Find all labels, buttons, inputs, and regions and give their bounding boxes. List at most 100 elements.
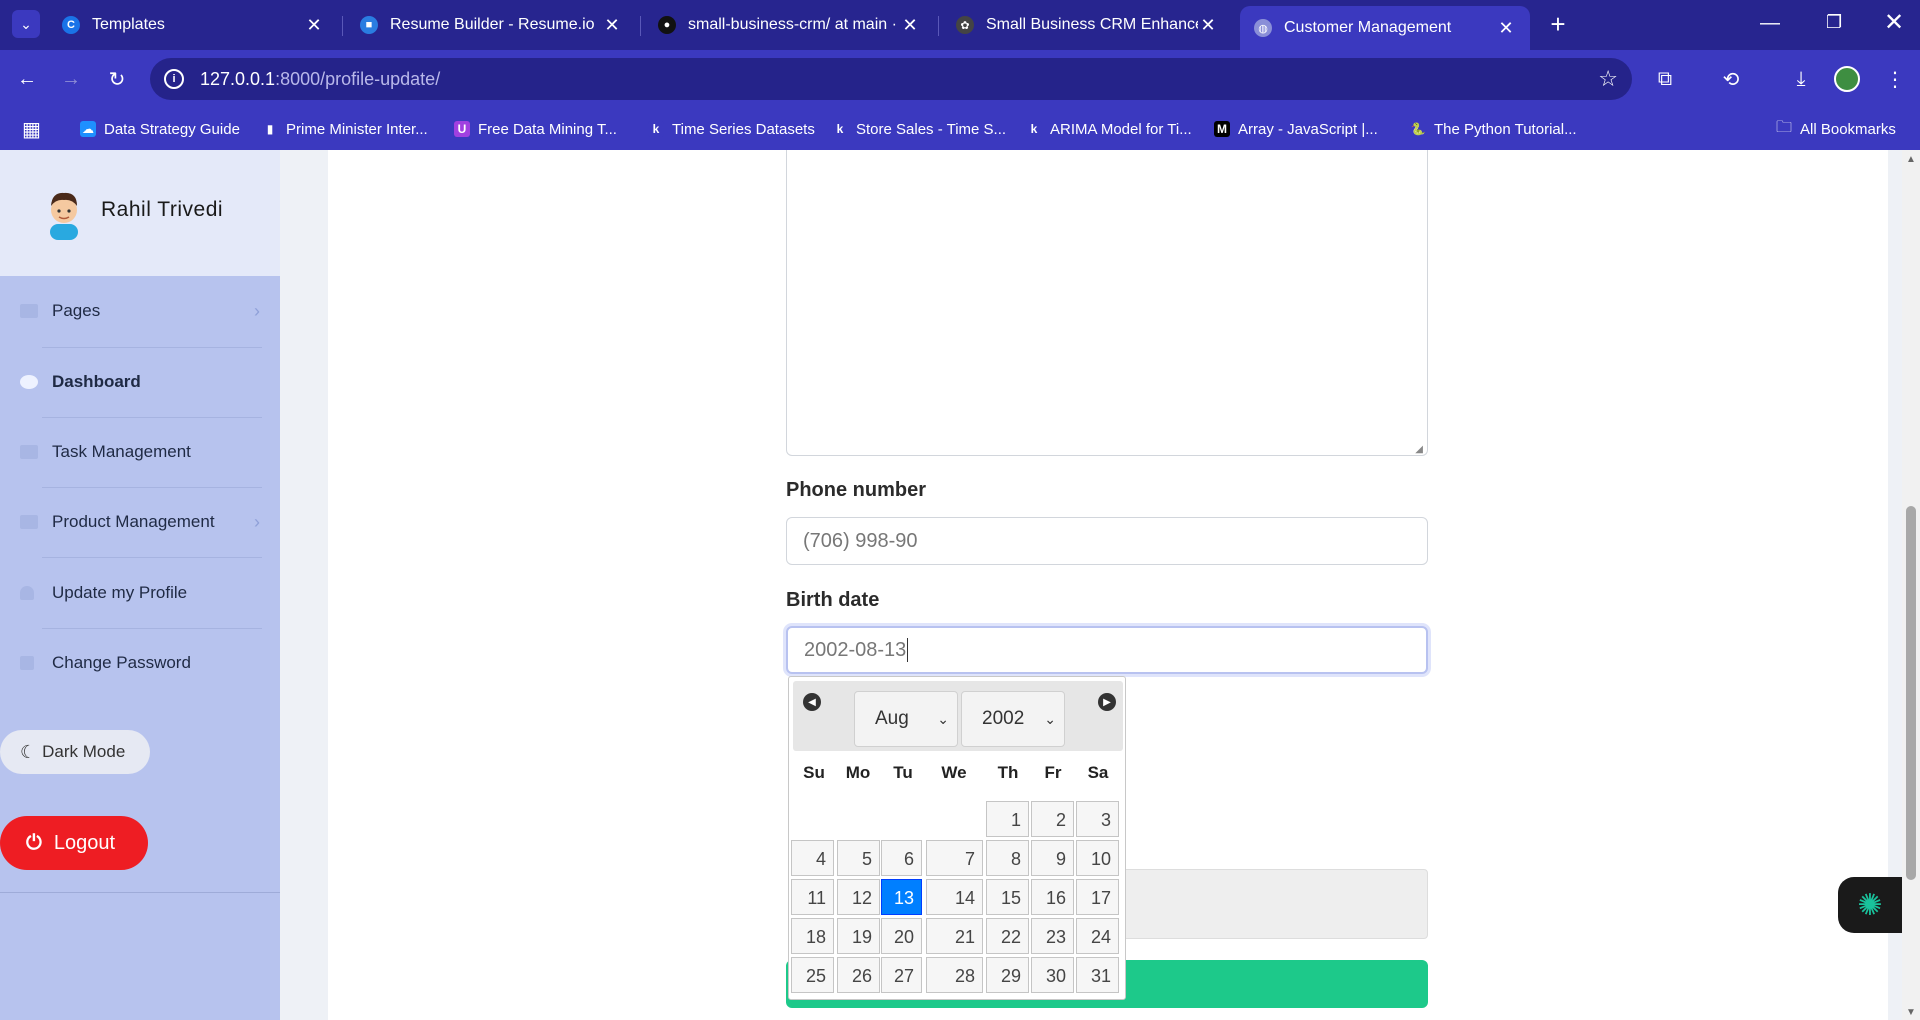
bookmark-item[interactable]: U Free Data Mining T...: [454, 116, 617, 142]
address-bar[interactable]: i 127.0.0.1:8000/profile-update/ ☆: [150, 58, 1632, 100]
sidebar-item-dashboard[interactable]: Dashboard: [20, 362, 260, 402]
bookmark-item[interactable]: 🐍 The Python Tutorial...: [1410, 116, 1577, 142]
tab-close-icon[interactable]: ✕: [1496, 18, 1516, 39]
phone-input[interactable]: (706) 998-90: [786, 517, 1428, 565]
calendar-day[interactable]: 1: [986, 801, 1029, 837]
hidden-field[interactable]: [1100, 869, 1428, 939]
tab-close-icon[interactable]: ✕: [602, 15, 622, 36]
tab-close-icon[interactable]: ✕: [304, 15, 324, 36]
browser-tab[interactable]: ✿ Small Business CRM Enhanceme✕: [942, 8, 1232, 42]
site-info-icon[interactable]: i: [164, 69, 184, 89]
user-avatar: [44, 188, 84, 240]
bookmark-item[interactable]: M Array - JavaScript |...: [1214, 116, 1378, 142]
calendar-day[interactable]: 5: [837, 840, 880, 876]
calendar-day[interactable]: 19: [837, 918, 880, 954]
sidebar-item-product-management[interactable]: Product Management ›: [20, 502, 260, 542]
bookmark-item[interactable]: k Time Series Datasets: [648, 116, 815, 142]
calendar-day[interactable]: 23: [1031, 918, 1074, 954]
calendar-day[interactable]: 11: [791, 879, 834, 915]
dashboard-icon: [20, 375, 38, 389]
bookmark-item[interactable]: ▮ Prime Minister Inter...: [262, 116, 428, 142]
sidebar-item-pages[interactable]: Pages ›: [20, 291, 260, 331]
tab-close-icon[interactable]: ✕: [900, 15, 920, 36]
new-tab-button[interactable]: +: [1544, 9, 1572, 39]
all-bookmarks-button[interactable]: 🗀 All Bookmarks: [1776, 116, 1896, 142]
birth-date-input[interactable]: 2002-08-13: [786, 626, 1428, 674]
calendar-day[interactable]: 22: [986, 918, 1029, 954]
browser-tab[interactable]: ◍ Customer Management ✕: [1240, 6, 1530, 50]
calendar-day[interactable]: 15: [986, 879, 1029, 915]
resize-handle-icon[interactable]: ◢: [1415, 444, 1423, 455]
bookmark-item[interactable]: k ARIMA Model for Ti...: [1026, 116, 1192, 142]
bookmark-favicon-icon: ☁: [80, 121, 96, 137]
bookmark-favicon-icon: k: [832, 121, 848, 137]
tab-favicon-icon: ✿: [956, 16, 974, 34]
scrollbar-thumb[interactable]: [1906, 506, 1916, 880]
calendar-day[interactable]: 4: [791, 840, 834, 876]
calendar-day[interactable]: 18: [791, 918, 834, 954]
calendar-day[interactable]: 6: [881, 840, 922, 876]
sidebar-profile: Rahil Trivedi: [0, 150, 280, 276]
all-bookmarks-label: All Bookmarks: [1800, 120, 1896, 138]
calendar-day[interactable]: 29: [986, 957, 1029, 993]
calendar-day[interactable]: 26: [837, 957, 880, 993]
menu-button[interactable]: ⋮: [1880, 64, 1910, 94]
calendar-day-selected[interactable]: 13: [881, 879, 922, 915]
page-scrollbar[interactable]: ▲ ▼: [1902, 150, 1920, 1020]
back-button[interactable]: ←: [12, 64, 42, 94]
sidebar-item-task-management[interactable]: Task Management: [20, 432, 260, 472]
sidebar-item-label: Update my Profile: [52, 583, 188, 602]
apps-button[interactable]: ▦: [22, 117, 41, 142]
sidebar-item-update-profile[interactable]: Update my Profile: [20, 573, 260, 613]
bio-textarea[interactable]: ◢: [786, 150, 1428, 456]
reload-button[interactable]: ↻: [102, 64, 132, 94]
history-button[interactable]: ⟲: [1716, 64, 1746, 94]
close-window-button[interactable]: ✕: [1884, 8, 1904, 37]
downloads-button[interactable]: ⤓: [1786, 64, 1816, 94]
extensions-button[interactable]: ⧉: [1650, 64, 1680, 94]
browser-tab[interactable]: ● small-business-crm/ at main · ra ✕: [644, 8, 934, 42]
calendar-day[interactable]: 2: [1031, 801, 1074, 837]
star-icon[interactable]: ☆: [1598, 66, 1618, 92]
chevron-down-icon: ⌄: [20, 15, 32, 32]
tab-close-icon[interactable]: ✕: [1198, 15, 1218, 36]
calendar-day[interactable]: 14: [926, 879, 983, 915]
month-select[interactable]: Aug ⌄: [854, 691, 958, 747]
calendar-day[interactable]: 27: [881, 957, 922, 993]
calendar-day[interactable]: 28: [926, 957, 983, 993]
logout-button[interactable]: ⏻ Logout: [0, 816, 148, 870]
browser-tab[interactable]: ■ Resume Builder - Resume.io ✕: [346, 8, 636, 42]
scroll-down-icon[interactable]: ▼: [1906, 1007, 1916, 1018]
calendar-day[interactable]: 17: [1076, 879, 1119, 915]
calendar-day[interactable]: 25: [791, 957, 834, 993]
bookmark-item[interactable]: k Store Sales - Time S...: [832, 116, 1006, 142]
profile-button[interactable]: [1832, 64, 1862, 94]
calendar-day[interactable]: 10: [1076, 840, 1119, 876]
next-month-button[interactable]: ▶: [1098, 693, 1116, 711]
calendar-day[interactable]: 30: [1031, 957, 1074, 993]
scroll-up-icon[interactable]: ▲: [1906, 154, 1916, 165]
browser-tab[interactable]: C Templates ✕: [48, 8, 338, 42]
divider: [42, 628, 262, 629]
calendar-day[interactable]: 9: [1031, 840, 1074, 876]
dark-mode-toggle[interactable]: ☾ Dark Mode: [0, 730, 150, 774]
forward-button[interactable]: →: [56, 64, 86, 94]
year-select[interactable]: 2002 ⌄: [961, 691, 1065, 747]
calendar-day[interactable]: 21: [926, 918, 983, 954]
chatgpt-assistant-button[interactable]: ✺: [1838, 877, 1902, 933]
tab-search-button[interactable]: ⌄: [12, 10, 40, 38]
calendar-day[interactable]: 12: [837, 879, 880, 915]
restore-button[interactable]: ❐: [1826, 12, 1842, 33]
calendar-day[interactable]: 7: [926, 840, 983, 876]
calendar-day[interactable]: 3: [1076, 801, 1119, 837]
calendar-day[interactable]: 31: [1076, 957, 1119, 993]
calendar-day[interactable]: 20: [881, 918, 922, 954]
sidebar-item-change-password[interactable]: Change Password: [20, 643, 260, 683]
calendar-day[interactable]: 16: [1031, 879, 1074, 915]
weekday-header: Su: [803, 763, 825, 782]
prev-month-button[interactable]: ◀: [803, 693, 821, 711]
minimize-button[interactable]: —: [1760, 12, 1780, 35]
calendar-day[interactable]: 8: [986, 840, 1029, 876]
calendar-day[interactable]: 24: [1076, 918, 1119, 954]
bookmark-item[interactable]: ☁ Data Strategy Guide: [80, 116, 240, 142]
